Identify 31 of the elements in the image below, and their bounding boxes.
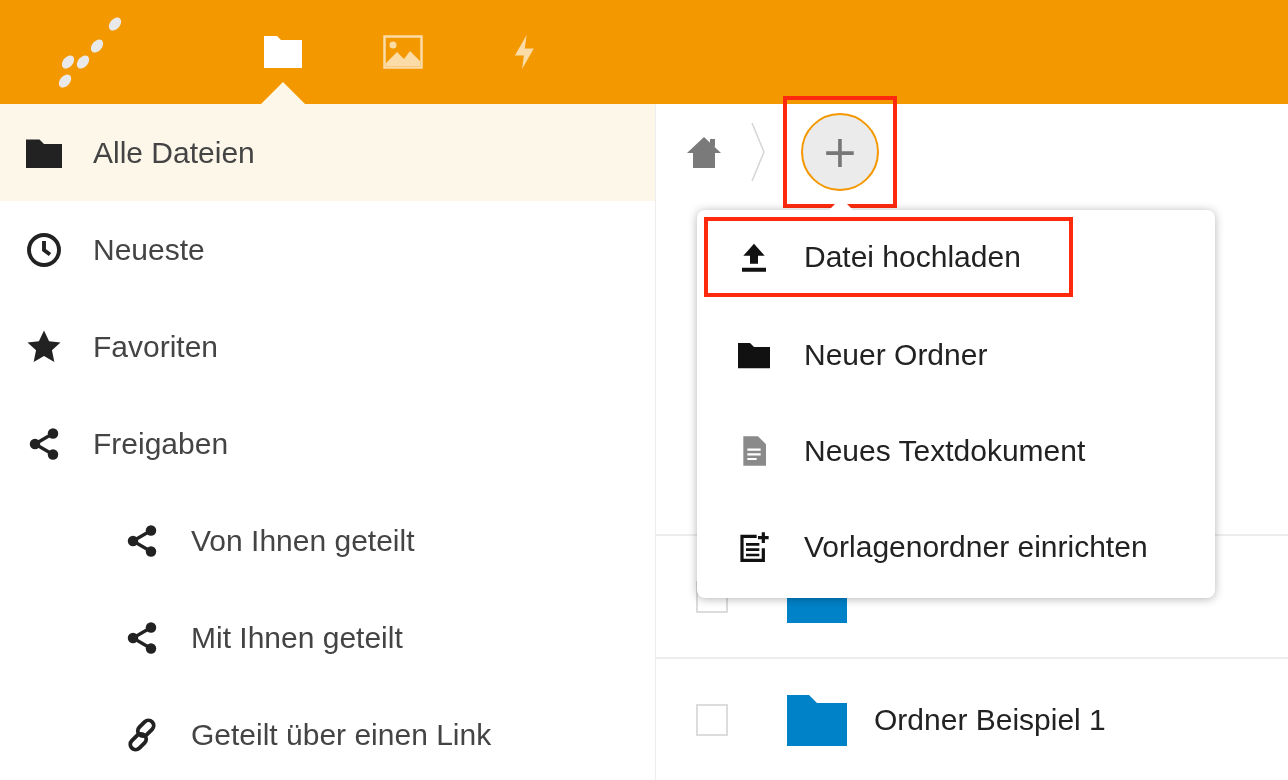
menu-item[interactable]: Vorlagenordner einrichten: [704, 499, 1208, 595]
sidebar-label: Mit Ihnen geteilt: [191, 620, 403, 655]
sidebar-label: Favoriten: [93, 329, 219, 364]
document-plus-icon: [738, 531, 770, 563]
sidebar-label: Freigaben: [93, 426, 229, 461]
sidebar-item[interactable]: Mit Ihnen geteilt: [0, 589, 655, 686]
menu-label: Datei hochladen: [804, 240, 1021, 274]
breadcrumb-separator-icon: [750, 122, 766, 182]
menu-item[interactable]: Neues Textdokument: [704, 403, 1208, 499]
menu-label: Vorlagenordner einrichten: [804, 530, 1148, 564]
sidebar-label: Neueste: [93, 232, 205, 267]
clock-icon: [26, 231, 62, 268]
file-row[interactable]: Ordner Beispiel 1: [656, 657, 1288, 780]
menu-item[interactable]: Neuer Ordner: [704, 307, 1208, 403]
sidebar-label: Von Ihnen geteilt: [191, 523, 415, 558]
sidebar-item[interactable]: Alle Dateien: [0, 104, 655, 201]
sidebar-item[interactable]: Neueste: [0, 201, 655, 298]
add-button[interactable]: +: [801, 113, 879, 191]
sidebar-item[interactable]: Favoriten: [0, 298, 655, 395]
menu-label: Neuer Ordner: [804, 338, 988, 372]
folder-icon: [786, 693, 848, 746]
menu-label: Neues Textdokument: [804, 434, 1086, 468]
sidebar-label: Geteilt über einen Link: [191, 717, 492, 752]
sidebar-item[interactable]: Freigaben: [0, 395, 655, 492]
checkbox[interactable]: [696, 703, 728, 736]
sidebar-item[interactable]: Von Ihnen geteilt: [0, 492, 655, 589]
sidebar-label: Alle Dateien: [93, 135, 255, 170]
home-icon[interactable]: [686, 136, 722, 168]
menu-item[interactable]: Datei hochladen: [704, 217, 1073, 297]
sidebar-item[interactable]: Geteilt über einen Link: [0, 686, 655, 780]
file-name[interactable]: Ordner Beispiel 1: [874, 702, 1106, 737]
